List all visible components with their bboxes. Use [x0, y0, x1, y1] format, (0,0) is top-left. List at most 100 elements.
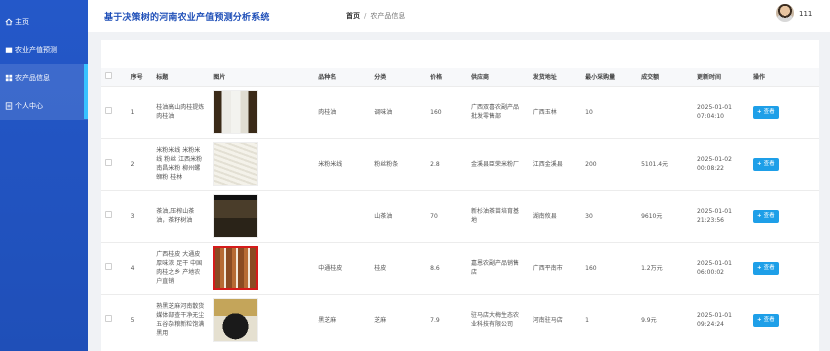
address-cell: 河南驻马店	[528, 293, 582, 346]
product-image-tree[interactable]	[213, 194, 259, 238]
updated-cell: 2025-01-01 21:23:56	[693, 189, 749, 242]
view-button[interactable]: + 查看	[752, 261, 779, 275]
table-row: 3 茶油,压榨山茶油，茶籽树油 山茶油 70 新杉油茶苗培育基地 湖南攸县 30 9610元 2…	[101, 189, 819, 242]
action-cell: + 查看	[748, 293, 819, 346]
image-cell	[209, 85, 315, 138]
min-qty-cell: 200	[581, 137, 638, 190]
table-row: 5 熟黑芝麻河南散货媒体部查干净无尘五谷杂粮新粒饱满黑用 黑芝麻 芝麻 7.9 驻马店大梅…	[101, 293, 819, 346]
column-header: 品种名	[318, 74, 337, 82]
view-label: 查看	[763, 212, 775, 219]
product-image-noodle[interactable]	[213, 142, 259, 186]
category-cell: 山茶油	[370, 189, 427, 242]
turnover-cell: 1.2万元	[637, 241, 694, 294]
table-row: 2 米粉米线 米粉米线 粉丝 江西米粉 南昌米粉 柳州螺蛳粉 桂林 米粉米线 粉丝粉条…	[101, 137, 819, 190]
view-button[interactable]: + 查看	[752, 157, 779, 171]
product-image-sesame[interactable]	[213, 298, 259, 343]
column-header: 序号	[130, 74, 143, 82]
view-button[interactable]: + 查看	[752, 313, 779, 327]
supplier-cell: 广西双喜农副产品批发零售部	[466, 85, 529, 138]
turnover-cell	[637, 85, 694, 138]
index-cell: 5	[126, 293, 153, 346]
plus-icon: +	[756, 316, 762, 323]
title-cell: 茶油,压榨山茶油，茶籽树油	[152, 189, 210, 242]
row-select-cell[interactable]	[101, 241, 127, 294]
view-button[interactable]: + 查看	[752, 209, 779, 223]
main-panel: 序号 标题 图片 品种名 分类 价格 供应商 发货地址 最小采购量 成交额 更新…	[101, 40, 819, 351]
updated-cell: 2025-01-02 00:08:22	[693, 137, 749, 190]
product-table: 序号 标题 图片 品种名 分类 价格 供应商 发货地址 最小采购量 成交额 更新…	[101, 68, 819, 346]
plus-icon: +	[756, 212, 762, 219]
sidebar-item-label: 主页	[15, 18, 29, 26]
active-indicator	[84, 64, 88, 119]
row-checkbox[interactable]	[105, 159, 112, 166]
select-all-cell[interactable]	[101, 68, 127, 86]
variety-cell: 肉桂油	[314, 85, 371, 138]
row-checkbox[interactable]	[105, 315, 112, 323]
price-cell: 70	[426, 189, 467, 242]
avatar[interactable]	[776, 4, 794, 22]
breadcrumb-home[interactable]: 首页	[346, 12, 360, 20]
action-cell: + 查看	[748, 85, 819, 138]
view-label: 查看	[763, 316, 775, 323]
variety-cell	[314, 189, 371, 242]
sidebar-item-products[interactable]: 农产品信息	[0, 64, 88, 92]
column-header: 供应商	[470, 74, 489, 82]
breadcrumb-current: 农产品信息	[370, 12, 406, 20]
row-checkbox[interactable]	[105, 211, 112, 218]
address-cell: 江西金溪县	[528, 137, 582, 190]
column-header: 更新时间	[697, 74, 722, 82]
column-header: 成交额	[641, 74, 660, 82]
select-all-checkbox[interactable]	[105, 72, 112, 80]
supplier-cell: 新杉油茶苗培育基地	[466, 189, 529, 242]
column-header: 最小采购量	[585, 74, 616, 82]
row-select-cell[interactable]	[101, 137, 127, 190]
updated-cell: 2025-01-01 06:00:02	[693, 241, 749, 294]
column-header: 价格	[430, 74, 443, 82]
header: 基于决策树的河南农业产值预测分析系统 首页 / 农产品信息 111	[88, 0, 830, 32]
supplier-cell: 嘉恩农副产品销售店	[466, 241, 529, 294]
home-icon	[5, 18, 13, 26]
supplier-cell: 驻马店大梅生态农业科技有限公司	[466, 293, 529, 346]
address-cell: 广西平南市	[528, 241, 582, 294]
view-label: 查看	[763, 160, 775, 167]
plus-icon: +	[756, 264, 762, 271]
turnover-cell: 5101.4元	[637, 137, 694, 190]
view-button[interactable]: + 查看	[752, 105, 779, 119]
sidebar: 主页 农业产值预测 农产品信息 个人中心	[0, 0, 88, 351]
min-qty-cell: 30	[581, 189, 638, 242]
row-checkbox[interactable]	[105, 263, 112, 270]
index-cell: 3	[126, 189, 153, 242]
updated-cell: 2025-01-01 09:24:24	[693, 293, 749, 346]
image-cell	[209, 189, 315, 242]
user-name[interactable]: 111	[799, 10, 812, 18]
sidebar-item-profile[interactable]: 个人中心	[0, 92, 88, 120]
column-header: 标题	[156, 74, 169, 82]
title-cell: 桂油高山肉桂提炼肉桂油	[152, 85, 210, 138]
index-cell: 1	[126, 85, 153, 138]
sidebar-item-forecast[interactable]: 农业产值预测	[0, 36, 88, 64]
column-header: 操作	[752, 74, 765, 82]
row-checkbox[interactable]	[105, 107, 112, 114]
address-cell: 湖南攸县	[528, 189, 582, 242]
title-cell: 米粉米线 米粉米线 粉丝 江西米粉 南昌米粉 柳州螺蛳粉 桂林	[152, 137, 210, 190]
row-select-cell[interactable]	[101, 189, 127, 242]
row-select-cell[interactable]	[101, 293, 127, 346]
grid-icon	[5, 74, 13, 82]
product-image-cinnamon[interactable]	[213, 246, 259, 290]
plus-icon: +	[756, 108, 762, 115]
sidebar-item-label: 农产品信息	[15, 74, 50, 82]
view-label: 查看	[763, 264, 775, 271]
sidebar-item-label: 农业产值预测	[15, 46, 57, 54]
category-cell: 粉丝粉条	[370, 137, 427, 190]
sidebar-item-home[interactable]: 主页	[0, 8, 88, 36]
address-cell: 广西玉林	[528, 85, 582, 138]
breadcrumb-separator: /	[364, 12, 367, 20]
action-cell: + 查看	[748, 241, 819, 294]
updated-cell: 2025-01-01 07:04:10	[693, 85, 749, 138]
table-header-row: 序号 标题 图片 品种名 分类 价格 供应商 发货地址 最小采购量 成交额 更新…	[101, 68, 819, 86]
product-image-oil[interactable]	[213, 90, 259, 134]
breadcrumb: 首页 / 农产品信息	[346, 11, 405, 21]
category-cell: 桂皮	[370, 241, 427, 294]
row-select-cell[interactable]	[101, 85, 127, 138]
column-header: 发货地址	[532, 74, 557, 82]
